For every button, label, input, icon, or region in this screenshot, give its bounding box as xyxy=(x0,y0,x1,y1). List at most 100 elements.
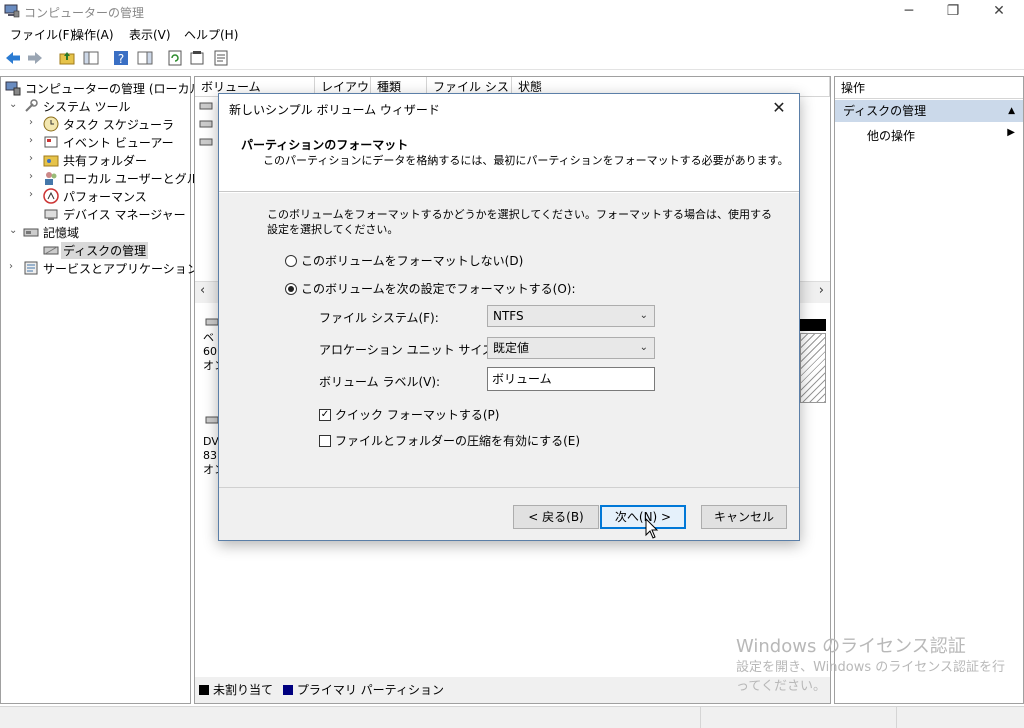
dialog-close-button[interactable]: ✕ xyxy=(765,96,793,120)
status-divider xyxy=(700,707,701,728)
scroll-left-icon[interactable]: ‹ xyxy=(200,283,205,298)
quick-format-checkbox[interactable]: ✓ クイック フォーマットする(P) xyxy=(319,406,499,423)
menu-help[interactable]: ヘルプ(H) xyxy=(184,26,238,43)
drive-icon xyxy=(199,102,213,110)
actions-header: 操作 xyxy=(835,77,1023,99)
dialog-header: パーティションのフォーマット このパーティションにデータを格納するには、最初にパ… xyxy=(219,124,799,192)
legend-unallocated: 未割り当て xyxy=(213,683,274,697)
dialog-title: 新しいシンプル ボリューム ウィザード xyxy=(229,103,440,117)
export-list-icon[interactable] xyxy=(212,49,230,67)
event-viewer-icon xyxy=(44,136,58,148)
allocation-unit-value: 既定値 xyxy=(493,341,530,355)
new-simple-volume-wizard: 新しいシンプル ボリューム ウィザード ✕ パーティションのフォーマット このパ… xyxy=(218,93,800,541)
dvd-icon xyxy=(205,416,219,424)
actions-section-disk-management[interactable]: ディスクの管理 ▲ xyxy=(835,100,1023,122)
dialog-heading: パーティションのフォーマット xyxy=(241,138,409,152)
navigation-tree: コンピューターの管理 (ローカル) ⌄ システム ツール › タスク スケジュー… xyxy=(0,76,222,704)
menu-file[interactable]: ファイル(F) xyxy=(10,26,74,43)
status-bar xyxy=(0,706,1024,728)
properties-icon[interactable] xyxy=(188,49,206,67)
menu-action[interactable]: 操作(A) xyxy=(72,26,114,43)
checkbox-unchecked[interactable] xyxy=(319,434,331,447)
collapse-triangle-icon[interactable]: ▲ xyxy=(1008,100,1015,122)
chevron-down-icon: ⌄ xyxy=(639,310,648,321)
close-button[interactable]: ✕ xyxy=(976,0,1022,22)
next-button[interactable]: 次へ(N) > xyxy=(600,505,686,529)
filesystem-value: NTFS xyxy=(493,309,524,323)
device-manager-icon xyxy=(44,209,58,220)
up-folder-icon[interactable] xyxy=(58,49,76,67)
storage-icon xyxy=(23,228,39,237)
chevron-right-icon[interactable]: › xyxy=(29,135,39,146)
computer-management-icon xyxy=(4,4,20,18)
compression-label: ファイルとフォルダーの圧縮を有効にする(E) xyxy=(335,434,581,448)
unallocated-partition-header[interactable] xyxy=(800,319,826,331)
chevron-down-icon[interactable]: ⌄ xyxy=(9,225,19,236)
window-title: コンピューターの管理 xyxy=(24,6,145,20)
actions-pane: 操作 ディスクの管理 ▲ 他の操作 ▶ xyxy=(834,76,1024,704)
back-arrow-icon[interactable] xyxy=(4,49,22,67)
checkbox-checked[interactable]: ✓ xyxy=(319,408,331,421)
tree-label-device-manager: デバイス マネージャー xyxy=(63,208,186,222)
tree-label-services-apps: サービスとアプリケーション xyxy=(43,262,199,276)
chevron-right-icon[interactable]: › xyxy=(29,153,39,164)
radio-button[interactable] xyxy=(285,254,297,267)
chevron-right-icon[interactable]: › xyxy=(29,171,39,182)
tree-label-event-viewer: イベント ビューアー xyxy=(63,136,174,150)
radio-format-label: このボリュームを次の設定でフォーマットする(O): xyxy=(301,282,576,296)
chevron-down-icon[interactable]: ⌄ xyxy=(9,99,19,110)
performance-icon xyxy=(43,188,59,204)
chevron-right-icon[interactable]: › xyxy=(29,117,39,128)
more-actions-link[interactable]: 他の操作 xyxy=(867,127,915,144)
tree-label-root: コンピューターの管理 (ローカル) xyxy=(25,82,207,96)
unallocated-swatch xyxy=(199,685,209,695)
radio-no-format[interactable]: このボリュームをフォーマットしない(D) xyxy=(285,252,523,269)
unallocated-partition[interactable] xyxy=(800,333,826,403)
dialog-description: このボリュームをフォーマットするかどうかを選択してください。フォーマットする場合… xyxy=(267,208,773,236)
menu-bar: ファイル(F) 操作(A) 表示(V) ヘルプ(H) xyxy=(0,24,1024,44)
dialog-body: このボリュームをフォーマットするかどうかを選択してください。フォーマットする場合… xyxy=(219,193,799,487)
radio-button-selected[interactable] xyxy=(285,282,297,295)
scroll-right-icon[interactable]: › xyxy=(819,283,824,298)
filesystem-select[interactable]: NTFS ⌄ xyxy=(487,305,655,327)
volume-label-input[interactable]: ボリューム xyxy=(487,367,655,391)
actions-section-label: ディスクの管理 xyxy=(843,104,927,118)
chevron-right-icon[interactable]: › xyxy=(29,189,39,200)
dialog-footer: < 戻る(B) 次へ(N) > キャンセル xyxy=(219,487,799,540)
help-icon[interactable]: ? xyxy=(112,49,130,67)
compression-checkbox[interactable]: ファイルとフォルダーの圧縮を有効にする(E) xyxy=(319,432,580,449)
services-icon xyxy=(24,261,38,275)
tree-label-disk-management: ディスクの管理 xyxy=(61,242,149,259)
tree-label-shared-folders: 共有フォルダー xyxy=(63,154,148,168)
radio-no-format-label: このボリュームをフォーマットしない(D) xyxy=(301,254,524,268)
minimize-button[interactable]: ─ xyxy=(886,0,932,22)
quick-format-label: クイック フォーマットする(P) xyxy=(335,408,500,422)
cancel-button[interactable]: キャンセル xyxy=(701,505,787,529)
radio-format[interactable]: このボリュームを次の設定でフォーマットする(O): xyxy=(285,280,576,297)
mouse-cursor-icon xyxy=(645,518,659,539)
allocation-unit-select[interactable]: 既定値 ⌄ xyxy=(487,337,655,359)
menu-view[interactable]: 表示(V) xyxy=(129,26,171,43)
show-hide-tree-icon[interactable] xyxy=(82,49,100,67)
refresh-icon[interactable] xyxy=(166,49,184,67)
primary-swatch xyxy=(282,685,293,695)
tree-label-system-tools: システム ツール xyxy=(43,100,131,114)
restore-button[interactable]: ❐ xyxy=(930,0,976,22)
chevron-right-icon[interactable]: › xyxy=(9,261,19,272)
volume-label-label: ボリューム ラベル(V): xyxy=(319,375,441,389)
shared-folder-icon xyxy=(43,155,59,167)
tree-label-performance: パフォーマンス xyxy=(63,190,147,204)
forward-arrow-icon[interactable] xyxy=(26,49,44,67)
drive-icon xyxy=(199,120,213,128)
drive-icon xyxy=(199,138,213,146)
disk-icon xyxy=(205,318,219,326)
disk-management-icon xyxy=(43,246,59,255)
show-hide-action-pane-icon[interactable] xyxy=(136,49,154,67)
computer-management-icon xyxy=(5,81,21,96)
triangle-right-icon[interactable]: ▶ xyxy=(1007,127,1015,138)
svg-text:?: ? xyxy=(118,52,124,66)
status-divider xyxy=(896,707,897,728)
legend-primary: プライマリ パーティション xyxy=(296,683,444,697)
tree-label-task-scheduler: タスク スケジューラ xyxy=(63,118,174,132)
back-button[interactable]: < 戻る(B) xyxy=(513,505,599,529)
